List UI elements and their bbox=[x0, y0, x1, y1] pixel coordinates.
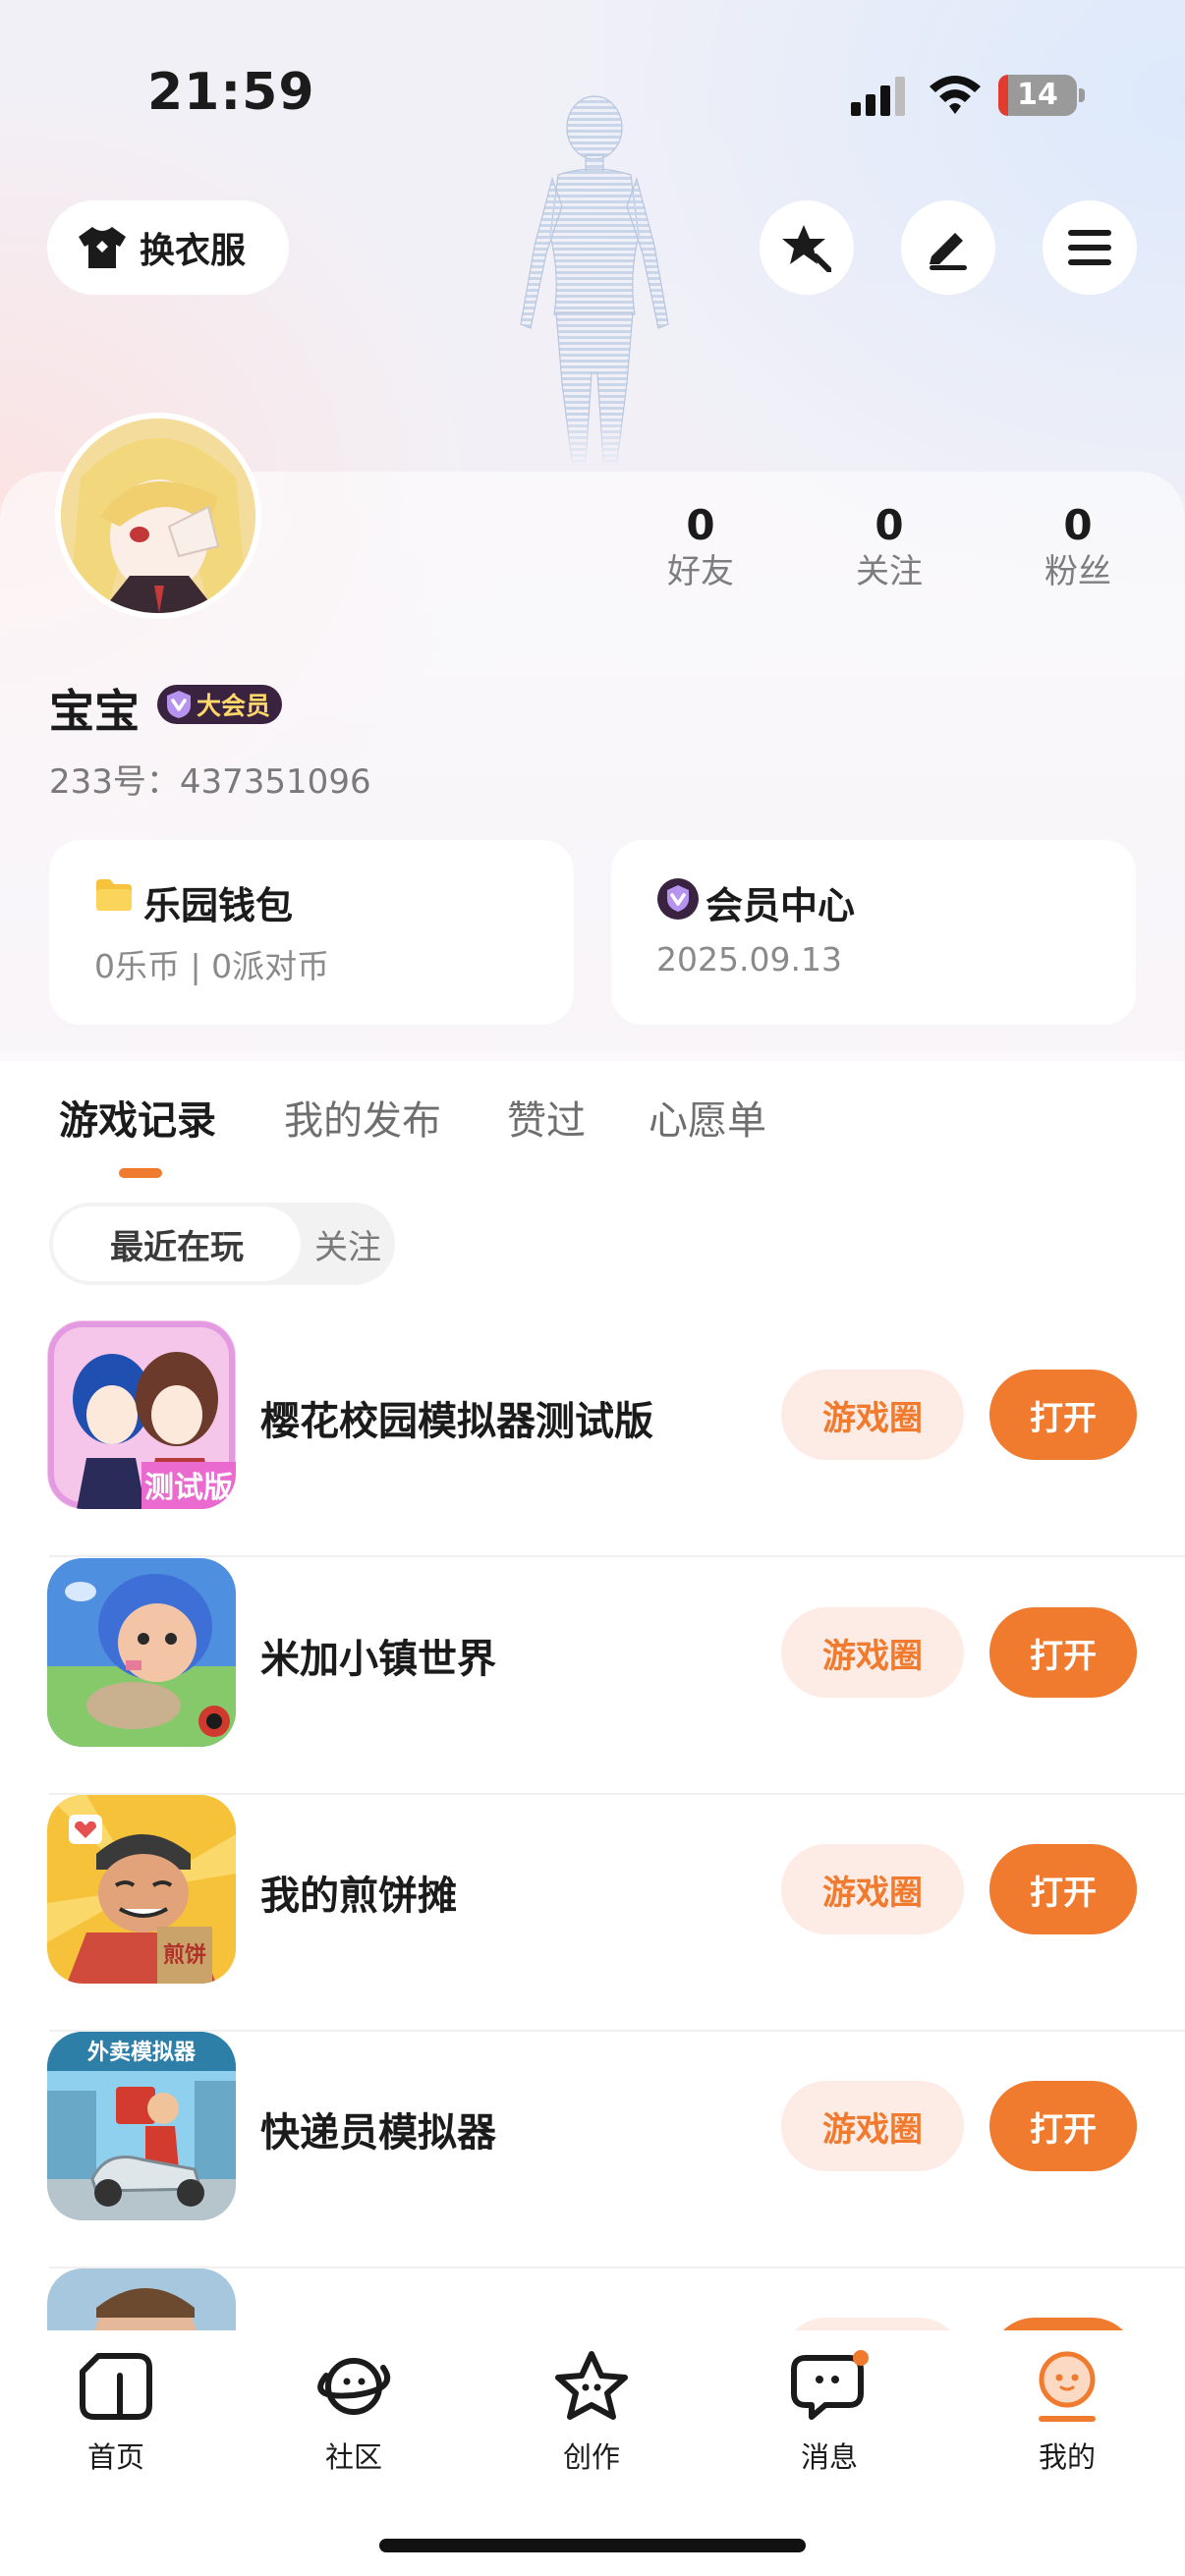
battery-nub bbox=[1079, 88, 1085, 102]
nav-mine[interactable]: 我的 bbox=[988, 2350, 1146, 2476]
svg-text:外卖模拟器: 外卖模拟器 bbox=[87, 2040, 197, 2064]
segment-followed[interactable]: 关注 bbox=[301, 1206, 395, 1281]
menu-button[interactable] bbox=[1043, 200, 1137, 295]
svg-text:煎饼: 煎饼 bbox=[163, 1942, 206, 1967]
home-indicator bbox=[379, 2539, 806, 2552]
nav-mine-label: 我的 bbox=[1038, 2440, 1096, 2474]
stat-fans-label: 粉丝 bbox=[1044, 552, 1111, 591]
shirt-icon bbox=[79, 227, 126, 268]
planet-icon bbox=[317, 2358, 391, 2415]
game-circle-button[interactable]: 游戏圈 bbox=[781, 2081, 964, 2171]
vip-center-title: 会员中心 bbox=[705, 884, 856, 927]
stat-friends-value: 0 bbox=[686, 501, 715, 549]
folder-wallet-icon bbox=[96, 879, 132, 911]
pencil-icon bbox=[930, 233, 967, 270]
nav-messages-label: 消息 bbox=[800, 2440, 858, 2474]
star-icon bbox=[555, 2351, 628, 2420]
open-game-button[interactable]: 打开 bbox=[989, 1607, 1137, 1698]
game-name[interactable]: 快递员模拟器 bbox=[260, 2100, 496, 2157]
game-row[interactable]: 米加小镇世界 游戏圈 打开 bbox=[0, 1558, 1185, 1795]
nav-community-label: 社区 bbox=[324, 2440, 382, 2474]
game-circle-button[interactable]: 游戏圈 bbox=[781, 1844, 964, 1934]
action-star-button[interactable] bbox=[760, 200, 854, 295]
stat-friends-label: 好友 bbox=[667, 552, 734, 591]
game-row[interactable]: 煎饼 我的煎饼摊 游戏圈 打开 bbox=[0, 1795, 1185, 2032]
cellular-signal-icon bbox=[851, 77, 905, 116]
game-circle-button[interactable]: 游戏圈 bbox=[781, 1370, 964, 1460]
nav-home[interactable]: 首页 bbox=[37, 2350, 195, 2476]
change-outfit-label: 换衣服 bbox=[140, 231, 247, 271]
hamburger-menu-icon bbox=[1068, 230, 1111, 265]
nav-create-label: 创作 bbox=[562, 2440, 620, 2474]
nav-messages[interactable]: 消息 bbox=[751, 2350, 908, 2476]
wallet-balance: 0乐币 | 0派对币 bbox=[94, 947, 330, 985]
user-id: 233号：437351096 bbox=[49, 762, 371, 802]
open-game-button[interactable]: 打开 bbox=[989, 2081, 1137, 2171]
nav-create[interactable]: 创作 bbox=[513, 2350, 670, 2476]
tab-active-indicator bbox=[119, 1168, 162, 1178]
game-name[interactable]: 米加小镇世界 bbox=[260, 1627, 496, 1684]
segment-control: 最近在玩 关注 bbox=[49, 1203, 395, 1285]
edit-profile-button[interactable] bbox=[901, 200, 995, 295]
home-icon bbox=[80, 2353, 152, 2420]
chat-icon bbox=[791, 2350, 869, 2420]
vip-shield-icon bbox=[167, 691, 191, 718]
game-name[interactable]: 我的煎饼摊 bbox=[260, 1864, 457, 1921]
nickname: 宝宝 bbox=[49, 685, 140, 738]
avatar[interactable] bbox=[55, 413, 261, 619]
svg-text:测试版: 测试版 bbox=[144, 1472, 233, 1504]
nav-home-label: 首页 bbox=[86, 2440, 144, 2474]
stat-fans-value: 0 bbox=[1063, 501, 1093, 549]
stat-following[interactable]: 0 关注 bbox=[816, 501, 963, 593]
stat-following-value: 0 bbox=[875, 501, 904, 549]
vip-badge-label: 大会员 bbox=[197, 692, 271, 720]
stat-following-label: 关注 bbox=[856, 552, 923, 591]
game-icon-courier-simulator[interactable]: 外卖模拟器 bbox=[47, 2032, 236, 2220]
change-outfit-button[interactable]: 换衣服 bbox=[47, 200, 289, 295]
game-icon-partial[interactable] bbox=[47, 2268, 236, 2337]
anime-avatar-image bbox=[61, 419, 255, 613]
battery-indicator: 14 bbox=[998, 75, 1077, 116]
game-icon-miga-town[interactable] bbox=[47, 1558, 236, 1747]
wifi-icon bbox=[930, 76, 981, 114]
row-divider bbox=[49, 1555, 1185, 1557]
open-game-button[interactable]: 打开 bbox=[989, 1844, 1137, 1934]
vip-expiry-date: 2025.09.13 bbox=[656, 940, 842, 979]
game-row[interactable]: 外卖模拟器 快递员模拟器 游戏圈 打开 bbox=[0, 2032, 1185, 2268]
profile-icon bbox=[1039, 2351, 1096, 2422]
open-game-button[interactable]: 打开 bbox=[989, 1370, 1137, 1460]
game-icon-pancake-stall[interactable]: 煎饼 bbox=[47, 1795, 236, 1984]
tab-liked[interactable]: 赞过 bbox=[507, 1089, 586, 1146]
tab-my-posts[interactable]: 我的发布 bbox=[284, 1089, 441, 1146]
stat-fans[interactable]: 0 粉丝 bbox=[1004, 501, 1152, 593]
wallet-title: 乐园钱包 bbox=[143, 884, 294, 927]
tab-game-history[interactable]: 游戏记录 bbox=[59, 1089, 216, 1146]
vip-center-card[interactable]: 会员中心 2025.09.13 bbox=[611, 840, 1136, 1025]
game-name[interactable]: 樱花校园模拟器测试版 bbox=[260, 1389, 653, 1446]
tab-wishlist[interactable]: 心愿单 bbox=[649, 1089, 766, 1146]
status-time: 21:59 bbox=[147, 63, 315, 122]
star-pin-icon bbox=[782, 225, 831, 272]
stat-friends[interactable]: 0 好友 bbox=[627, 501, 774, 593]
vip-badge[interactable]: 大会员 bbox=[157, 685, 283, 724]
game-icon-sakura-school[interactable]: 测试版 bbox=[47, 1320, 236, 1509]
avatar-figure[interactable] bbox=[491, 88, 698, 472]
game-circle-button[interactable]: 游戏圈 bbox=[781, 1607, 964, 1698]
segment-recent-played[interactable]: 最近在玩 bbox=[53, 1206, 301, 1281]
game-row[interactable]: 测试版 樱花校园模拟器测试版 游戏圈 打开 bbox=[0, 1320, 1185, 1557]
vip-crown-icon bbox=[657, 878, 699, 920]
game-row-partial[interactable] bbox=[0, 2268, 1185, 2337]
wallet-card[interactable]: 乐园钱包 0乐币 | 0派对币 bbox=[49, 840, 574, 1025]
nav-community[interactable]: 社区 bbox=[275, 2350, 432, 2476]
